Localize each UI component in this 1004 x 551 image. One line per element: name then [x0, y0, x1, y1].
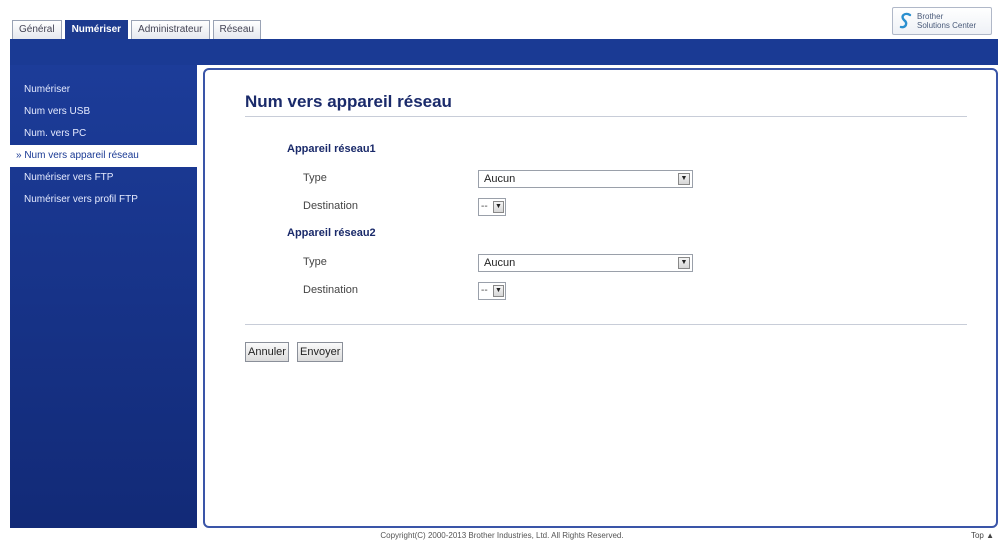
type-select-1-value: Aucun: [484, 173, 516, 185]
tab-numeriser[interactable]: Numériser: [64, 20, 129, 40]
form-divider: [245, 324, 967, 325]
chevron-down-icon: ▼: [678, 257, 690, 269]
destination-select-2[interactable]: -- ▼: [478, 282, 506, 300]
cancel-button[interactable]: Annuler: [245, 342, 289, 362]
chevron-down-icon: ▼: [678, 173, 690, 185]
brother-s-icon: [899, 12, 912, 29]
type-select-2-value: Aucun: [484, 257, 516, 269]
destination-select-1-value: --: [481, 201, 488, 212]
tab-administrateur[interactable]: Administrateur: [131, 20, 210, 40]
chevron-down-icon: ▼: [493, 285, 504, 297]
footer-copyright: Copyright(C) 2000-2013 Brother Industrie…: [380, 531, 624, 540]
sidebar-item-numeriser-vers-profil-ftp[interactable]: Numériser vers profil FTP: [10, 189, 197, 211]
type-label-2: Type: [303, 256, 327, 268]
group-title-device-2: Appareil réseau2: [287, 227, 376, 239]
logo-line-2: Solutions Center: [917, 21, 977, 30]
title-divider: [245, 116, 967, 117]
sidebar-item-num-vers-pc[interactable]: Num. vers PC: [10, 123, 197, 145]
tab-reseau[interactable]: Réseau: [212, 20, 261, 40]
tab-strip: Général Numériser Administrateur Réseau: [12, 20, 261, 40]
sidebar: Numériser Num vers USB Num. vers PC » Nu…: [10, 65, 197, 528]
sidebar-item-num-vers-appareil-reseau[interactable]: » Num vers appareil réseau: [10, 145, 197, 167]
type-select-2[interactable]: Aucun ▼: [478, 254, 693, 272]
back-to-top-link[interactable]: Top ▲: [971, 531, 994, 540]
type-select-1[interactable]: Aucun ▼: [478, 170, 693, 188]
sidebar-item-numeriser-vers-ftp[interactable]: Numériser vers FTP: [10, 167, 197, 189]
chevron-down-icon: ▼: [493, 201, 504, 213]
sidebar-item-numeriser[interactable]: Numériser: [10, 79, 197, 101]
destination-label-2: Destination: [303, 284, 359, 296]
destination-select-1[interactable]: -- ▼: [478, 198, 506, 216]
brother-solutions-center-logo[interactable]: Brother Solutions Center: [892, 7, 992, 35]
destination-label-1: Destination: [303, 200, 359, 212]
sidebar-item-num-vers-usb[interactable]: Num vers USB: [10, 101, 197, 123]
page-title: Num vers appareil réseau: [245, 92, 452, 111]
logo-line-1: Brother: [917, 12, 944, 21]
header-bar: [10, 39, 998, 65]
logo-text: Brother Solutions Center: [917, 12, 976, 30]
type-label-1: Type: [303, 172, 327, 184]
tab-general[interactable]: Général: [12, 20, 62, 40]
submit-button[interactable]: Envoyer: [297, 342, 344, 362]
destination-select-2-value: --: [481, 285, 488, 296]
main-panel: Num vers appareil réseau Appareil réseau…: [203, 68, 998, 528]
group-title-device-1: Appareil réseau1: [287, 143, 376, 155]
